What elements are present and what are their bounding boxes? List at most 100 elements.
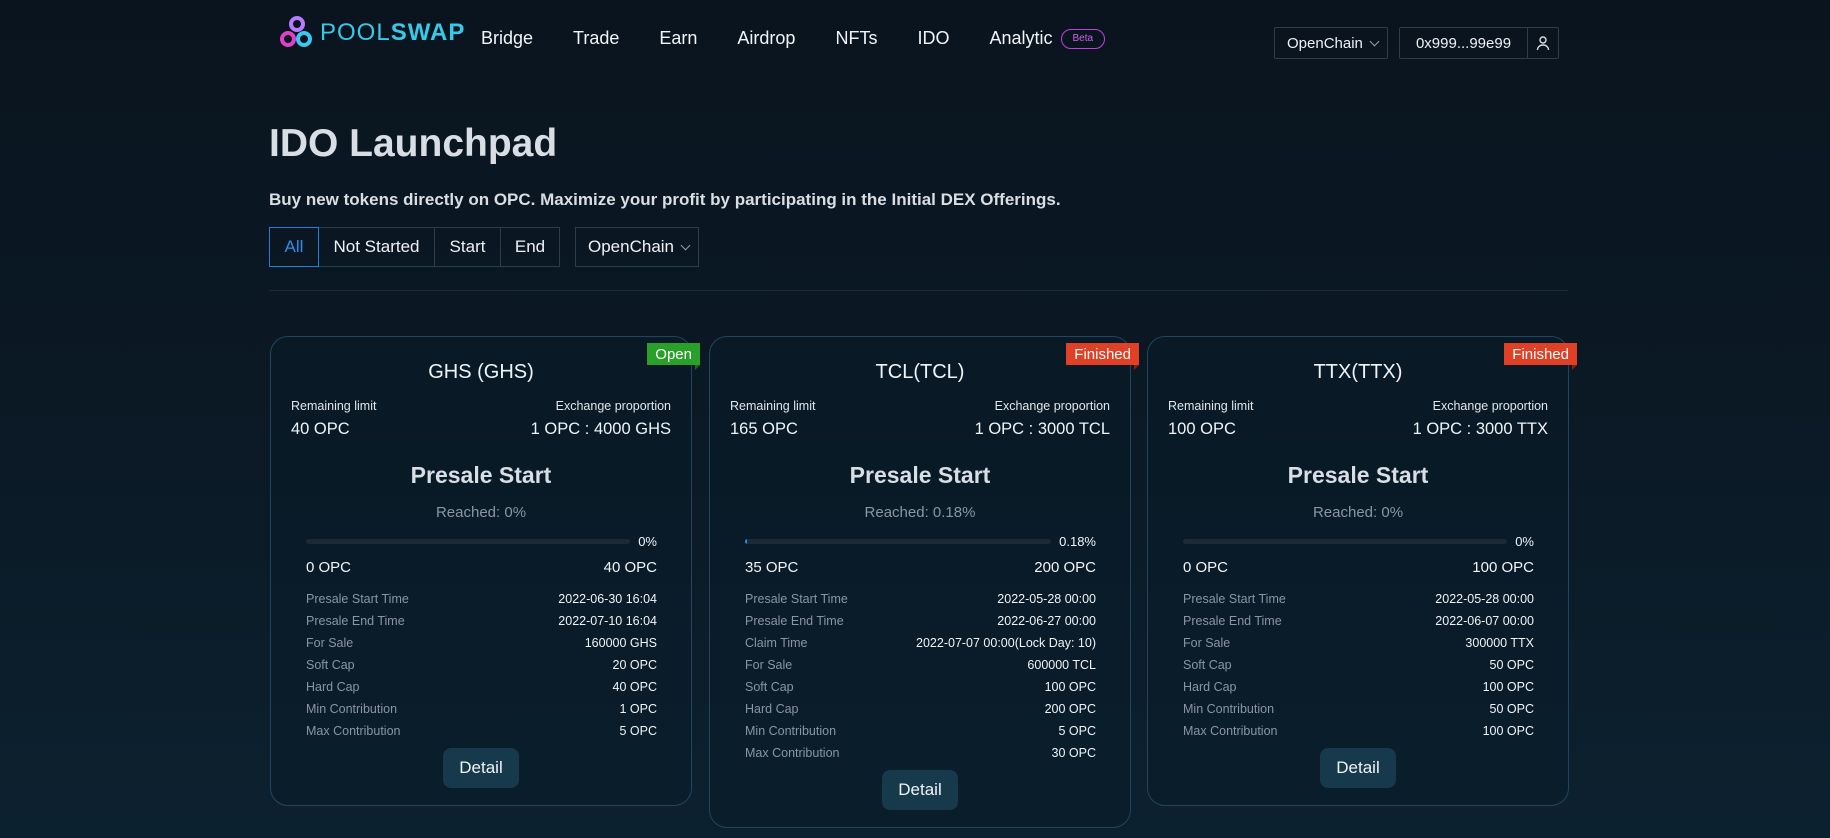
detail-label: For Sale (745, 658, 793, 672)
poolswap-logo[interactable]: POOLSWAP (280, 16, 465, 50)
remaining-limit-value: 100 OPC (1168, 420, 1236, 438)
detail-button[interactable]: Detail (882, 770, 958, 810)
detail-button[interactable]: Detail (1320, 748, 1396, 788)
progress-max-amount: 40 OPC (603, 559, 657, 576)
detail-label: Min Contribution (1183, 702, 1275, 716)
chain-filter-select[interactable]: OpenChain (575, 227, 699, 267)
status-badge: Open (647, 343, 700, 370)
detail-row: Min Contribution 5 OPC (745, 720, 1096, 742)
ido-card: Finished TCL(TCL) Remaining limit Exchan… (709, 336, 1139, 828)
details-list: Presale Start Time 2022-06-30 16:04 Presa… (271, 588, 691, 742)
detail-value: 100 OPC (1482, 680, 1534, 694)
detail-row: Min Contribution 50 OPC (1183, 698, 1534, 720)
remaining-limit-value: 40 OPC (291, 420, 350, 438)
divider (269, 290, 1568, 291)
wallet-button[interactable]: 0x999...99e99 (1399, 27, 1559, 59)
progress-min-amount: 0 OPC (1183, 559, 1229, 576)
filter-tab-start[interactable]: Start (435, 227, 501, 267)
wallet-address: 0x999...99e99 (1415, 34, 1512, 52)
details-list: Presale Start Time 2022-05-28 00:00 Presa… (1148, 588, 1568, 742)
progress-row: 0% (1148, 533, 1568, 549)
detail-label: Max Contribution (306, 724, 401, 738)
presale-title: Presale Start (849, 462, 991, 488)
nav-bridge[interactable]: Bridge (481, 28, 533, 49)
detail-value: 100 OPC (1482, 724, 1534, 738)
progress-bar (1183, 538, 1508, 544)
reached-text: Reached: 0% (1312, 504, 1404, 521)
detail-row: Hard Cap 40 OPC (306, 676, 657, 698)
card-title: GHS (GHS) (428, 361, 534, 383)
logo-text: POOLSWAP (320, 19, 465, 47)
beta-badge: Beta (1060, 28, 1106, 49)
detail-row: Min Contribution 1 OPC (306, 698, 657, 720)
detail-value: 30 OPC (1051, 746, 1096, 760)
remaining-limit-label: Remaining limit (291, 399, 377, 413)
detail-row: Presale Start Time 2022-05-28 00:00 (1183, 588, 1534, 610)
chain-selector[interactable]: OpenChain (1274, 27, 1388, 59)
detail-button[interactable]: Detail (443, 748, 519, 788)
logo-icon (280, 16, 314, 50)
detail-label: Claim Time (745, 636, 808, 650)
detail-label: For Sale (306, 636, 354, 650)
detail-value: 2022-07-07 00:00(Lock Day: 10) (916, 636, 1096, 650)
detail-label: Presale Start Time (745, 592, 848, 606)
chevron-down-icon (680, 240, 691, 250)
exchange-proportion-value: 1 OPC : 3000 TTX (1412, 420, 1548, 438)
progress-bar (306, 538, 631, 544)
nav-airdrop[interactable]: Airdrop (737, 28, 795, 49)
remaining-limit-value: 165 OPC (730, 420, 798, 438)
detail-label: Hard Cap (1183, 680, 1237, 694)
chevron-down-icon (1369, 36, 1380, 46)
filter-tab-end[interactable]: End (501, 227, 560, 267)
page-subtitle: Buy new tokens directly on OPC. Maximize… (269, 190, 1061, 209)
detail-value: 200 OPC (1044, 702, 1096, 716)
detail-label: Soft Cap (1183, 658, 1232, 672)
detail-row: For Sale 300000 TTX (1183, 632, 1534, 654)
user-icon[interactable] (1527, 28, 1558, 58)
detail-row: Claim Time 2022-07-07 00:00(Lock Day: 10) (745, 632, 1096, 654)
ido-card: Finished TTX(TTX) Remaining limit Exchan… (1147, 336, 1577, 806)
chain-filter-label: OpenChain (588, 237, 675, 256)
progress-percent: 0% (638, 533, 657, 549)
detail-value: 2022-07-10 16:04 (558, 614, 657, 628)
detail-value: 2022-05-28 00:00 (1435, 592, 1534, 606)
detail-row: For Sale 600000 TCL (745, 654, 1096, 676)
detail-value: 50 OPC (1489, 658, 1534, 672)
reached-text: Reached: 0% (435, 504, 527, 521)
presale-title: Presale Start (410, 462, 552, 488)
detail-row: Presale Start Time 2022-05-28 00:00 (745, 588, 1096, 610)
exchange-proportion-label: Exchange proportion (1432, 399, 1548, 413)
detail-value: 40 OPC (612, 680, 657, 694)
nav-ido[interactable]: IDO (917, 28, 949, 49)
progress-max-amount: 200 OPC (1034, 559, 1096, 576)
remaining-limit-label: Remaining limit (730, 399, 816, 413)
remaining-limit-label: Remaining limit (1168, 399, 1254, 413)
nav-earn[interactable]: Earn (659, 28, 697, 49)
detail-label: Max Contribution (1183, 724, 1278, 738)
detail-row: Max Contribution 30 OPC (745, 742, 1096, 764)
detail-value: 50 OPC (1489, 702, 1534, 716)
detail-row: Soft Cap 100 OPC (745, 676, 1096, 698)
main-nav: Bridge Trade Earn Airdrop NFTs IDO Analy… (481, 28, 1106, 49)
nav-analytic[interactable]: Analytic (989, 28, 1052, 49)
status-badge: Finished (1066, 343, 1139, 370)
details-list: Presale Start Time 2022-05-28 00:00 Presa… (710, 588, 1130, 764)
nav-nfts[interactable]: NFTs (835, 28, 877, 49)
detail-label: Presale Start Time (306, 592, 409, 606)
detail-label: Hard Cap (745, 702, 799, 716)
detail-row: Hard Cap 200 OPC (745, 698, 1096, 720)
detail-row: Max Contribution 5 OPC (306, 720, 657, 742)
detail-row: Soft Cap 50 OPC (1183, 654, 1534, 676)
nav-trade[interactable]: Trade (573, 28, 619, 49)
detail-value: 5 OPC (1058, 724, 1096, 738)
detail-label: Soft Cap (306, 658, 355, 672)
exchange-proportion-label: Exchange proportion (555, 399, 671, 413)
detail-value: 2022-06-27 00:00 (997, 614, 1096, 628)
detail-label: Soft Cap (745, 680, 794, 694)
detail-value: 160000 GHS (584, 636, 657, 650)
ido-card: Open GHS (GHS) Remaining limit Exchange … (270, 336, 700, 806)
filter-tab-all[interactable]: All (269, 227, 319, 267)
filter-tab-not-started[interactable]: Not Started (319, 227, 435, 267)
reached-text: Reached: 0.18% (864, 504, 976, 521)
progress-min-amount: 0 OPC (306, 559, 352, 576)
